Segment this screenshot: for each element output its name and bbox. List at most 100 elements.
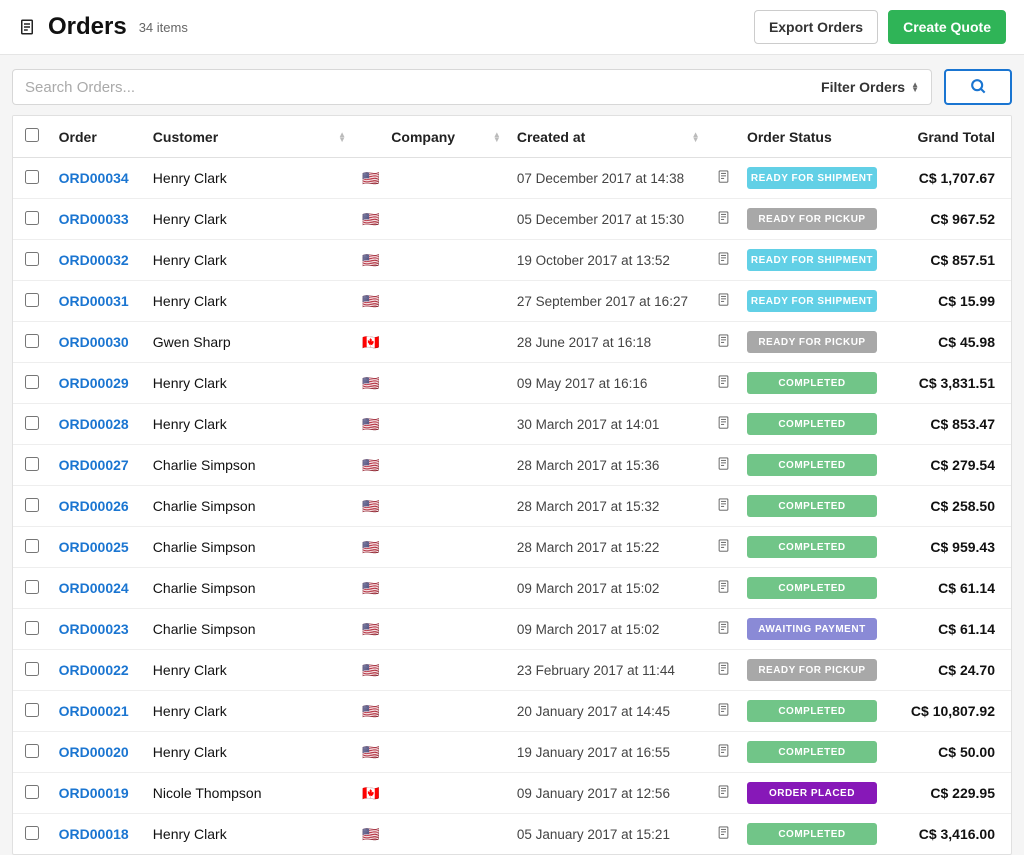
grand-total: C$ 258.50 [930,498,995,514]
row-checkbox[interactable] [25,580,39,594]
company-cell [383,240,509,281]
order-detail-icon[interactable] [716,538,731,553]
country-flag-icon: 🇺🇸 [362,621,379,637]
row-checkbox[interactable] [25,211,39,225]
order-link[interactable]: ORD00032 [59,252,129,268]
created-at: 19 January 2017 at 16:55 [517,745,670,760]
order-link[interactable]: ORD00033 [59,211,129,227]
row-checkbox[interactable] [25,293,39,307]
country-flag-icon: 🇺🇸 [362,211,379,227]
item-count: 34 items [139,20,188,35]
order-link[interactable]: ORD00018 [59,826,129,842]
filter-orders-trigger[interactable]: Filter Orders ▲▼ [809,79,931,95]
created-at: 28 March 2017 at 15:22 [517,540,660,555]
company-cell [383,199,509,240]
row-checkbox[interactable] [25,826,39,840]
order-link[interactable]: ORD00022 [59,662,129,678]
row-checkbox[interactable] [25,621,39,635]
country-flag-icon: 🇺🇸 [362,539,379,555]
create-quote-button[interactable]: Create Quote [888,10,1006,44]
created-at: 20 January 2017 at 14:45 [517,704,670,719]
order-link[interactable]: ORD00030 [59,334,129,350]
order-detail-icon[interactable] [716,251,731,266]
order-link[interactable]: ORD00024 [59,580,129,596]
grand-total: C$ 853.47 [930,416,995,432]
order-link[interactable]: ORD00025 [59,539,129,555]
header-actions: Export Orders Create Quote [754,10,1006,44]
col-total[interactable]: Grand Total [896,116,1011,158]
col-company[interactable]: Company ▲▼ [383,116,509,158]
order-detail-icon[interactable] [716,169,731,184]
col-status[interactable]: Order Status [739,116,896,158]
order-detail-icon[interactable] [716,620,731,635]
order-detail-icon[interactable] [716,374,731,389]
row-checkbox[interactable] [25,252,39,266]
created-at: 09 January 2017 at 12:56 [517,786,670,801]
col-created[interactable]: Created at ▲▼ [509,116,708,158]
row-checkbox[interactable] [25,744,39,758]
row-checkbox[interactable] [25,785,39,799]
order-detail-icon[interactable] [716,210,731,225]
col-select-all [13,116,51,158]
order-detail-icon[interactable] [716,456,731,471]
col-order[interactable]: Order [51,116,145,158]
country-flag-icon: 🇺🇸 [362,744,379,760]
company-cell [383,527,509,568]
row-checkbox[interactable] [25,334,39,348]
country-flag-icon: 🇺🇸 [362,498,379,514]
country-flag-icon: 🇺🇸 [362,662,379,678]
updown-icon: ▲▼ [911,82,919,92]
order-detail-icon[interactable] [716,661,731,676]
order-link[interactable]: ORD00027 [59,457,129,473]
order-link[interactable]: ORD00019 [59,785,129,801]
order-detail-icon[interactable] [716,702,731,717]
row-checkbox[interactable] [25,703,39,717]
search-button[interactable] [944,69,1012,105]
order-link[interactable]: ORD00026 [59,498,129,514]
table-row: ORD00020Henry Clark🇺🇸19 January 2017 at … [13,732,1011,773]
order-detail-icon[interactable] [716,784,731,799]
search-field: Filter Orders ▲▼ [12,69,932,105]
created-at: 09 March 2017 at 15:02 [517,581,660,596]
search-input[interactable] [13,79,809,96]
row-checkbox[interactable] [25,170,39,184]
country-flag-icon: 🇺🇸 [362,703,379,719]
row-checkbox[interactable] [25,457,39,471]
order-detail-icon[interactable] [716,415,731,430]
grand-total: C$ 61.14 [938,621,995,637]
country-flag-icon: 🇨🇦 [362,785,379,801]
order-link[interactable]: ORD00021 [59,703,129,719]
order-detail-icon[interactable] [716,743,731,758]
status-badge: READY FOR SHIPMENT [747,249,877,271]
company-cell [383,486,509,527]
col-customer[interactable]: Customer ▲▼ [145,116,354,158]
table-row: ORD00027Charlie Simpson🇺🇸28 March 2017 a… [13,445,1011,486]
order-link[interactable]: ORD00028 [59,416,129,432]
company-cell [383,732,509,773]
select-all-checkbox[interactable] [25,128,39,142]
order-link[interactable]: ORD00023 [59,621,129,637]
order-detail-icon[interactable] [716,579,731,594]
company-cell [383,445,509,486]
row-checkbox[interactable] [25,375,39,389]
export-orders-button[interactable]: Export Orders [754,10,878,44]
row-checkbox[interactable] [25,539,39,553]
grand-total: C$ 229.95 [930,785,995,801]
order-link[interactable]: ORD00029 [59,375,129,391]
country-flag-icon: 🇨🇦 [362,334,379,350]
row-checkbox[interactable] [25,498,39,512]
company-cell [383,363,509,404]
order-detail-icon[interactable] [716,333,731,348]
row-checkbox[interactable] [25,416,39,430]
order-detail-icon[interactable] [716,825,731,840]
order-detail-icon[interactable] [716,292,731,307]
order-link[interactable]: ORD00034 [59,170,129,186]
status-badge: COMPLETED [747,495,877,517]
company-cell [383,322,509,363]
country-flag-icon: 🇺🇸 [362,580,379,596]
row-checkbox[interactable] [25,662,39,676]
order-link[interactable]: ORD00031 [59,293,129,309]
col-flag [354,116,383,158]
order-detail-icon[interactable] [716,497,731,512]
order-link[interactable]: ORD00020 [59,744,129,760]
